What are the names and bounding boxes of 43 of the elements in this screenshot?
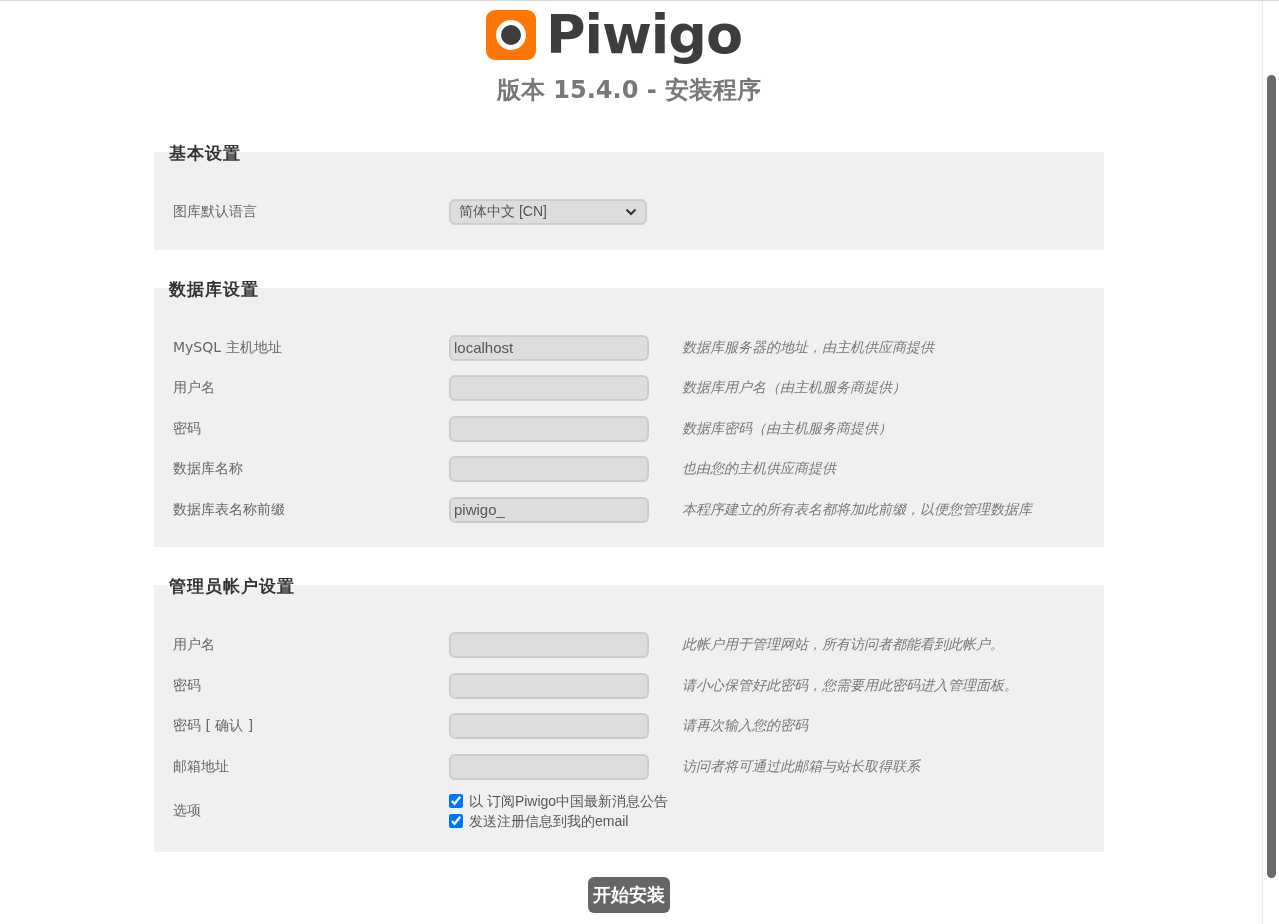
checkbox[interactable] [449,814,463,828]
install-button[interactable]: 开始安装 [588,877,670,913]
input-field[interactable] [449,672,649,699]
section-heading: 管理员帐户设置 [169,576,296,596]
field-label: 密码 [173,419,202,438]
input-field[interactable] [449,713,649,740]
checkbox-label: 以 订阅Piwigo中国最新消息公告 [469,792,669,811]
language-select[interactable]: 简体中文 [CN] [449,199,647,226]
section-heading: 数据库设置 [169,278,260,299]
field-label: 密码 [ 确认 ] [173,717,255,736]
field-label: 图库默认语言 [173,203,258,222]
checkbox-label: 发送注册信息到我的email [469,812,629,831]
field-label: 用户名 [173,636,216,655]
field-label: 邮箱地址 [173,757,230,776]
input-field[interactable] [449,415,649,442]
field-label: 用户名 [173,379,216,398]
field-hint: 请再次输入您的密码 [682,717,808,736]
logo-text: Piwigo [545,2,743,68]
field-hint: 此帐户用于管理网站，所有访问者都能看到此帐户。 [682,636,1004,655]
checkbox[interactable] [449,794,463,808]
input-field[interactable]: piwigo_ [449,496,649,523]
field-hint: 数据库服务器的地址，由主机供应商提供 [682,338,934,357]
field-hint: 也由您的主机供应商提供 [682,460,836,479]
field-hint: 访问者将可通过此邮箱与站长取得联系 [682,757,920,776]
input-field[interactable] [449,632,649,659]
logo-icon [485,10,536,60]
field-label: MySQL 主机地址 [173,338,283,357]
field-hint: 数据库密码（由主机服务商提供） [682,419,892,438]
page-subtitle: 版本 15.4.0 - 安装程序 [495,75,763,105]
input-field[interactable] [449,753,649,780]
field-label: 数据库表名称前缀 [173,500,286,519]
input-field[interactable]: localhost [449,334,649,361]
field-label: 数据库名称 [173,460,244,479]
chevron-down-icon [625,208,637,217]
section-heading: 基本设置 [169,143,242,163]
field-label: 密码 [173,676,202,695]
input-field[interactable] [449,456,649,483]
field-hint: 本程序建立的所有表名都将加此前缀，以便您管理数据库 [682,500,1032,519]
scrollbar[interactable] [1262,1,1279,924]
field-hint: 请小心保管好此密码，您需要用此密码进入管理面板。 [682,676,1018,695]
field-label: 选项 [173,802,202,820]
input-field[interactable] [449,375,649,402]
field-hint: 数据库用户名（由主机服务商提供） [682,379,906,398]
